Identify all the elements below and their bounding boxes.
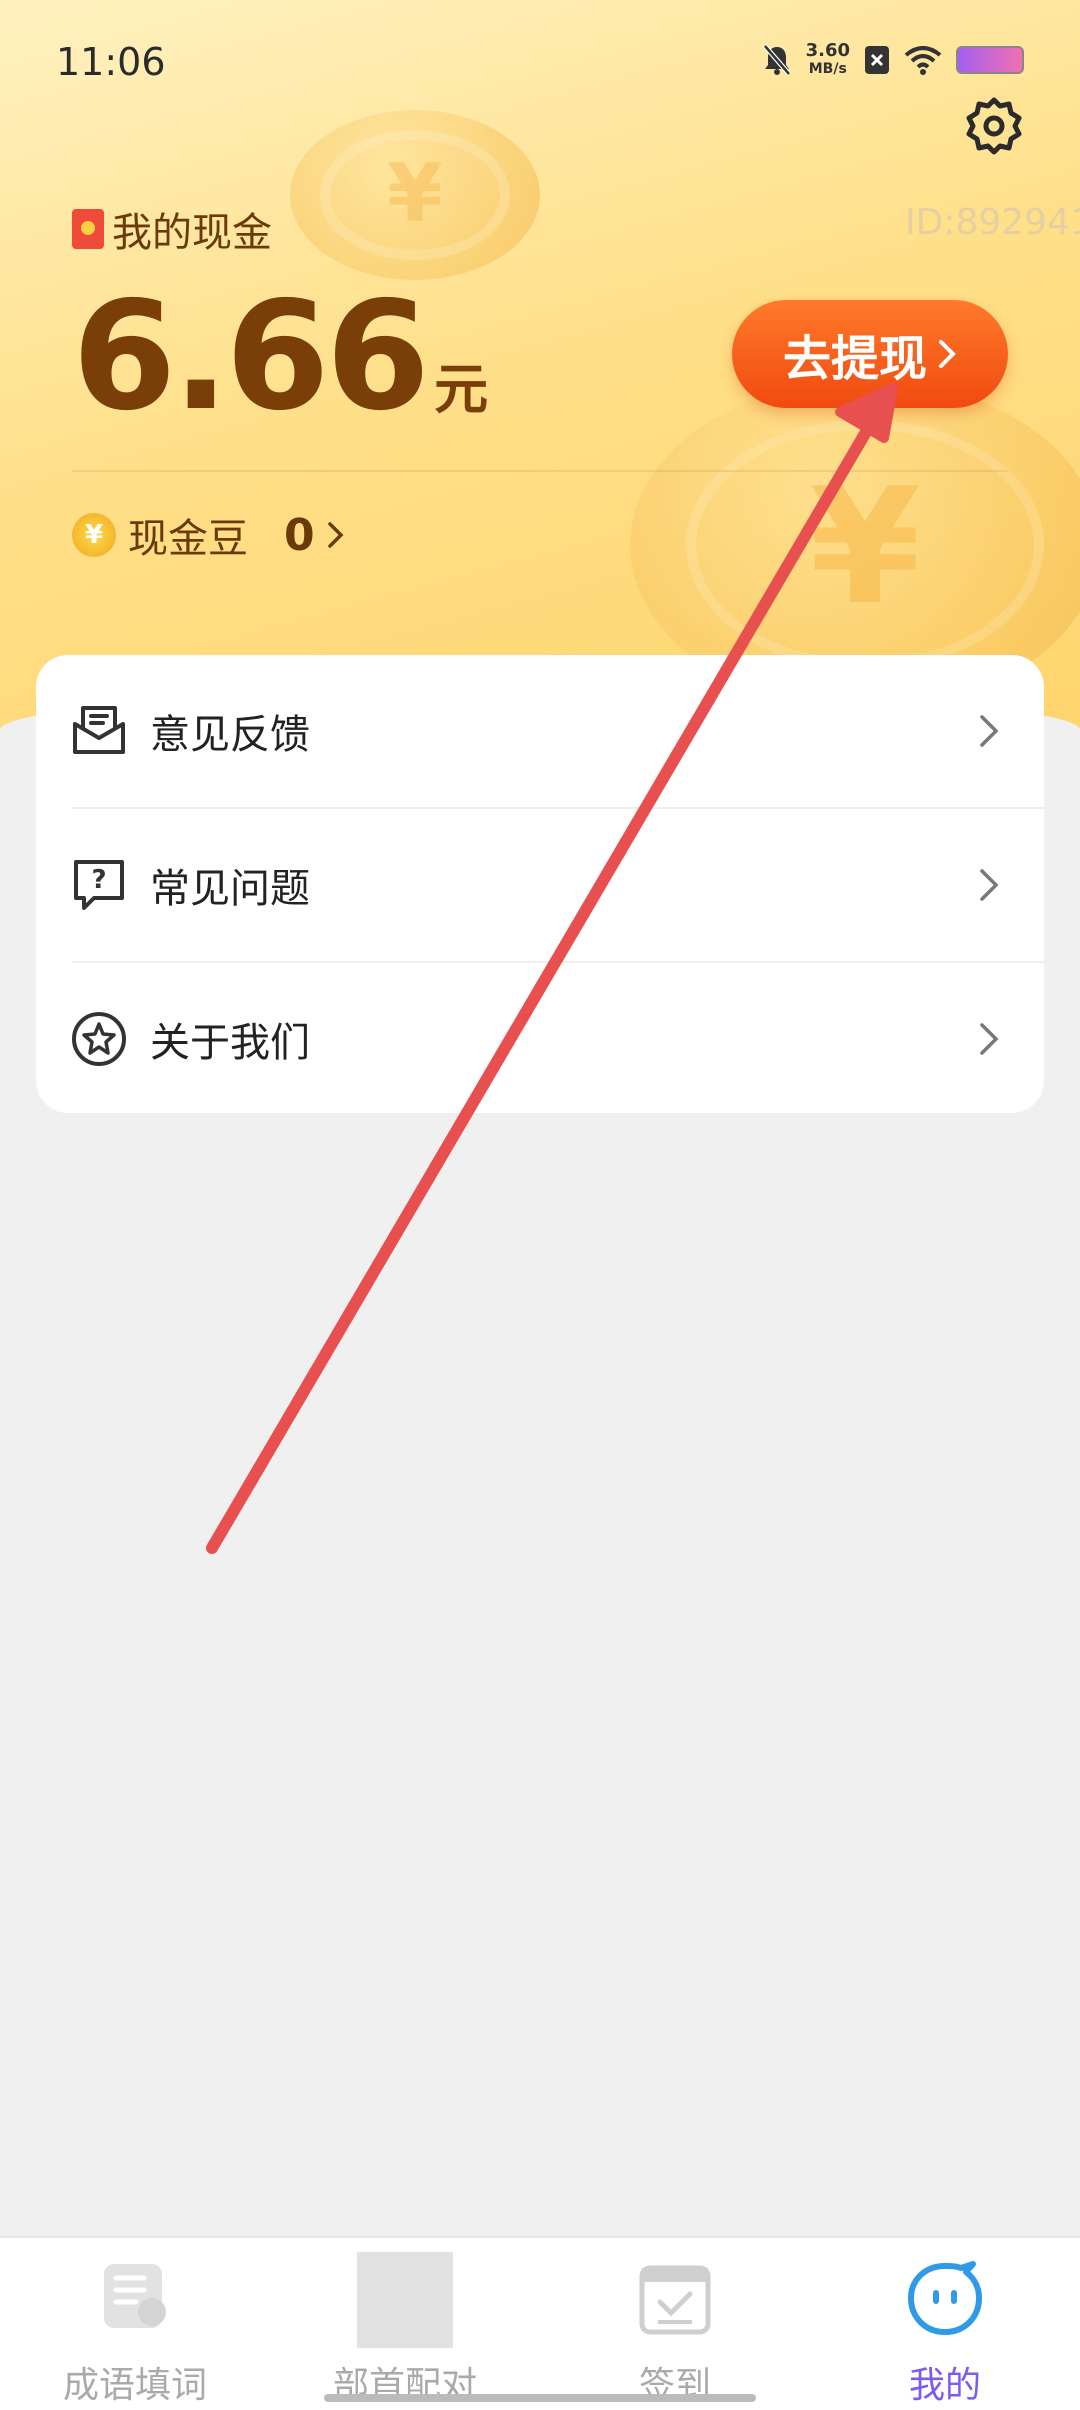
idiom-book-icon (104, 2264, 166, 2328)
withdraw-label: 去提现 (782, 331, 927, 387)
status-time: 11:06 (56, 40, 166, 84)
menu-item-label: 关于我们 (150, 1020, 310, 1066)
withdraw-button[interactable]: 去提现 (732, 300, 1008, 408)
coin-decoration: ¥ (290, 110, 540, 280)
cash-label-text: 我的现金 (112, 210, 272, 256)
chevron-right-icon (980, 1023, 999, 1055)
red-packet-icon (72, 209, 104, 249)
mute-bell-icon (762, 44, 791, 76)
bottom-tab-bar: 成语填词 部首配对 签到 我的 (0, 2236, 1080, 2410)
beans-count: 0 (284, 509, 315, 561)
beans-label: 现金豆 (128, 516, 248, 562)
cash-beans-row[interactable]: ¥ 现金豆 0 (72, 506, 345, 564)
network-speed: 3.60 MB/s (805, 40, 850, 78)
menu-item-label: 意见反馈 (150, 712, 310, 758)
chevron-right-icon (980, 869, 999, 901)
sim-blocked-icon (865, 46, 889, 74)
svg-text:?: ? (91, 865, 106, 895)
radical-placeholder-icon (357, 2252, 453, 2348)
tab-label: 我的 (908, 2365, 981, 2406)
tab-radical-match[interactable]: 部首配对 (270, 2238, 540, 2410)
star-circle-icon (72, 1012, 126, 1066)
tab-idiom-fill[interactable]: 成语填词 (0, 2238, 270, 2410)
chevron-right-icon (939, 340, 956, 368)
yen-coin-icon: ¥ (72, 513, 116, 557)
tab-label: 成语填词 (62, 2365, 207, 2406)
wifi-icon (904, 46, 942, 75)
chevron-right-icon (980, 715, 999, 747)
tab-mine[interactable]: 我的 (810, 2238, 1080, 2410)
user-id: ID:892941 (905, 202, 1080, 243)
feedback-envelope-icon (73, 706, 125, 754)
home-indicator (324, 2394, 756, 2402)
cash-label: 我的现金 (72, 200, 272, 258)
menu-item-about[interactable]: 关于我们 (36, 963, 1044, 1113)
status-bar: 11:06 3.60 MB/s (0, 0, 1080, 125)
amount-unit: 元 (434, 358, 489, 421)
status-icons: 3.60 MB/s (762, 42, 1024, 78)
smiley-face-icon (908, 2261, 982, 2335)
settings-gear-icon[interactable] (964, 96, 1024, 156)
menu-item-feedback[interactable]: 意见反馈 (36, 655, 1044, 807)
menu-item-label: 常见问题 (150, 866, 310, 912)
menu-item-faq[interactable]: ? 常见问题 (36, 809, 1044, 961)
header-divider (72, 470, 1008, 472)
battery-icon (956, 46, 1024, 74)
chevron-right-icon (327, 522, 344, 548)
menu-card: 意见反馈 ? 常见问题 关于我们 (36, 655, 1044, 1113)
cash-amount: 6.66 元 (72, 282, 488, 432)
question-bubble-icon: ? (74, 860, 124, 910)
tab-check-in[interactable]: 签到 (540, 2238, 810, 2410)
calendar-check-icon (639, 2265, 711, 2335)
amount-value: 6.66 (72, 270, 430, 444)
